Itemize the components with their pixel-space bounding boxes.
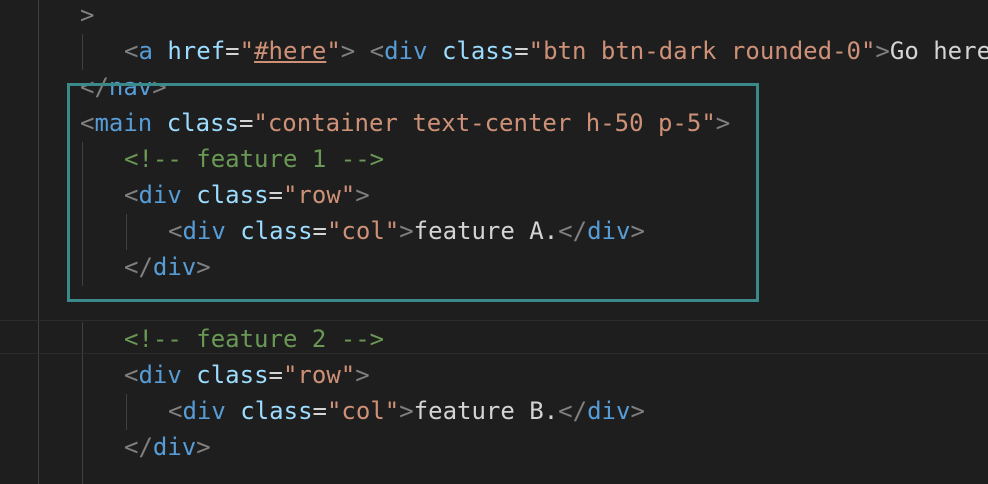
code-punctuation: > xyxy=(875,37,890,65)
code-line-content: <a href="#here"> <div class="btn btn-dar… xyxy=(124,33,988,69)
code-punctuation: > xyxy=(355,181,370,209)
code-equals: = xyxy=(268,361,283,389)
code-punctuation: > xyxy=(399,217,414,245)
code-tag-name: nav xyxy=(108,73,153,101)
code-equals: = xyxy=(312,217,327,245)
code-punctuation: < xyxy=(124,37,139,65)
code-punctuation: > xyxy=(80,1,95,29)
code-line-content: <div class="col">feature B.</div> xyxy=(168,393,645,429)
code-punctuation: < xyxy=(124,361,139,389)
code-punctuation: < xyxy=(369,37,385,65)
code-tag-name: div xyxy=(587,217,631,245)
code-text: Go here xyxy=(889,37,988,65)
code-line-4[interactable]: <main class="container text-center h-50 … xyxy=(0,105,988,141)
code-equals: = xyxy=(238,109,254,137)
code-attribute: href xyxy=(167,37,226,65)
code-punctuation: </ xyxy=(124,433,153,461)
code-line-5[interactable]: <!-- feature 1 --> xyxy=(0,141,988,177)
code-text: feature A. xyxy=(413,217,559,245)
code-equals: = xyxy=(514,37,529,65)
code-punctuation: > xyxy=(196,433,211,461)
code-punctuation: </ xyxy=(558,217,588,245)
code-line-7[interactable]: <div class="col">feature A.</div> xyxy=(0,213,988,249)
code-line-11[interactable]: <div class="row"> xyxy=(0,357,988,393)
code-editor[interactable]: > <a href="#here"> <div class="btn btn-d… xyxy=(0,0,988,484)
code-punctuation: < xyxy=(124,181,139,209)
code-tag-name: div xyxy=(182,217,226,245)
code-string: "container text-center h-50 p-5" xyxy=(253,109,716,137)
code-tag-name: div xyxy=(152,253,197,281)
code-line-content: <!-- feature 1 --> xyxy=(124,141,384,177)
code-string: "row" xyxy=(282,361,356,389)
code-link-string: #here xyxy=(254,37,327,65)
code-attribute: class xyxy=(240,397,313,425)
code-punctuation: > xyxy=(152,73,167,101)
code-tag-name: a xyxy=(138,37,153,65)
code-punctuation: < xyxy=(80,109,95,137)
code-string: " xyxy=(239,37,255,65)
code-line-content: > xyxy=(80,0,94,33)
code-line-13[interactable]: </div> xyxy=(0,429,988,465)
code-line-content: <div class="col">feature A.</div> xyxy=(168,213,645,249)
code-line-12[interactable]: <div class="col">feature B.</div> xyxy=(0,393,988,429)
code-tag-name: div xyxy=(182,397,226,425)
code-punctuation: > xyxy=(630,217,645,245)
code-punctuation: < xyxy=(168,397,183,425)
code-line-9[interactable] xyxy=(0,285,988,321)
code-equals: = xyxy=(312,397,327,425)
code-line-content: </div> xyxy=(124,429,211,465)
code-text: feature B. xyxy=(413,397,559,425)
code-string: "btn btn-dark rounded-0" xyxy=(528,37,876,65)
code-tag-name: div xyxy=(587,397,631,425)
code-string: "col" xyxy=(326,217,400,245)
code-string: "row" xyxy=(282,181,356,209)
code-line-content: <div class="row"> xyxy=(124,177,370,213)
code-line-content: </div> xyxy=(124,249,211,285)
code-punctuation: </ xyxy=(124,253,153,281)
code-punctuation: < xyxy=(168,217,183,245)
code-tag-name: div xyxy=(138,181,182,209)
code-line-2[interactable]: <a href="#here"> <div class="btn btn-dar… xyxy=(0,33,988,69)
code-punctuation: </ xyxy=(558,397,588,425)
code-line-8[interactable]: </div> xyxy=(0,249,988,285)
code-tag-name: main xyxy=(94,109,153,137)
code-tag-name: div xyxy=(138,361,182,389)
code-punctuation: > xyxy=(715,109,731,137)
code-line-content: <main class="container text-center h-50 … xyxy=(80,105,730,141)
code-tag-name: div xyxy=(384,37,428,65)
code-line-3[interactable]: </nav> xyxy=(0,69,988,105)
code-punctuation: > xyxy=(399,397,414,425)
code-line-content: <div class="row"> xyxy=(124,357,370,393)
code-line-6[interactable]: <div class="row"> xyxy=(0,177,988,213)
code-attribute: class xyxy=(240,217,313,245)
code-punctuation: </ xyxy=(80,73,109,101)
code-punctuation: > xyxy=(630,397,645,425)
code-punctuation: > xyxy=(196,253,211,281)
code-attribute: class xyxy=(441,37,515,65)
code-string: "col" xyxy=(326,397,400,425)
code-line-1[interactable]: > xyxy=(0,0,988,33)
code-line-content: <!-- feature 2 --> xyxy=(124,321,384,357)
code-attribute: class xyxy=(196,181,269,209)
code-punctuation: > xyxy=(355,361,370,389)
code-equals: = xyxy=(225,37,240,65)
code-punctuation: > xyxy=(340,37,356,65)
code-string: " xyxy=(326,37,341,65)
code-line-content: </nav> xyxy=(80,69,167,105)
code-comment: <!-- feature 2 --> xyxy=(124,325,385,353)
code-tag-name: div xyxy=(152,433,197,461)
code-comment: <!-- feature 1 --> xyxy=(124,145,385,173)
code-line-10[interactable]: <!-- feature 2 --> xyxy=(0,321,988,357)
code-attribute: class xyxy=(196,361,269,389)
code-equals: = xyxy=(268,181,283,209)
code-attribute: class xyxy=(166,109,239,137)
